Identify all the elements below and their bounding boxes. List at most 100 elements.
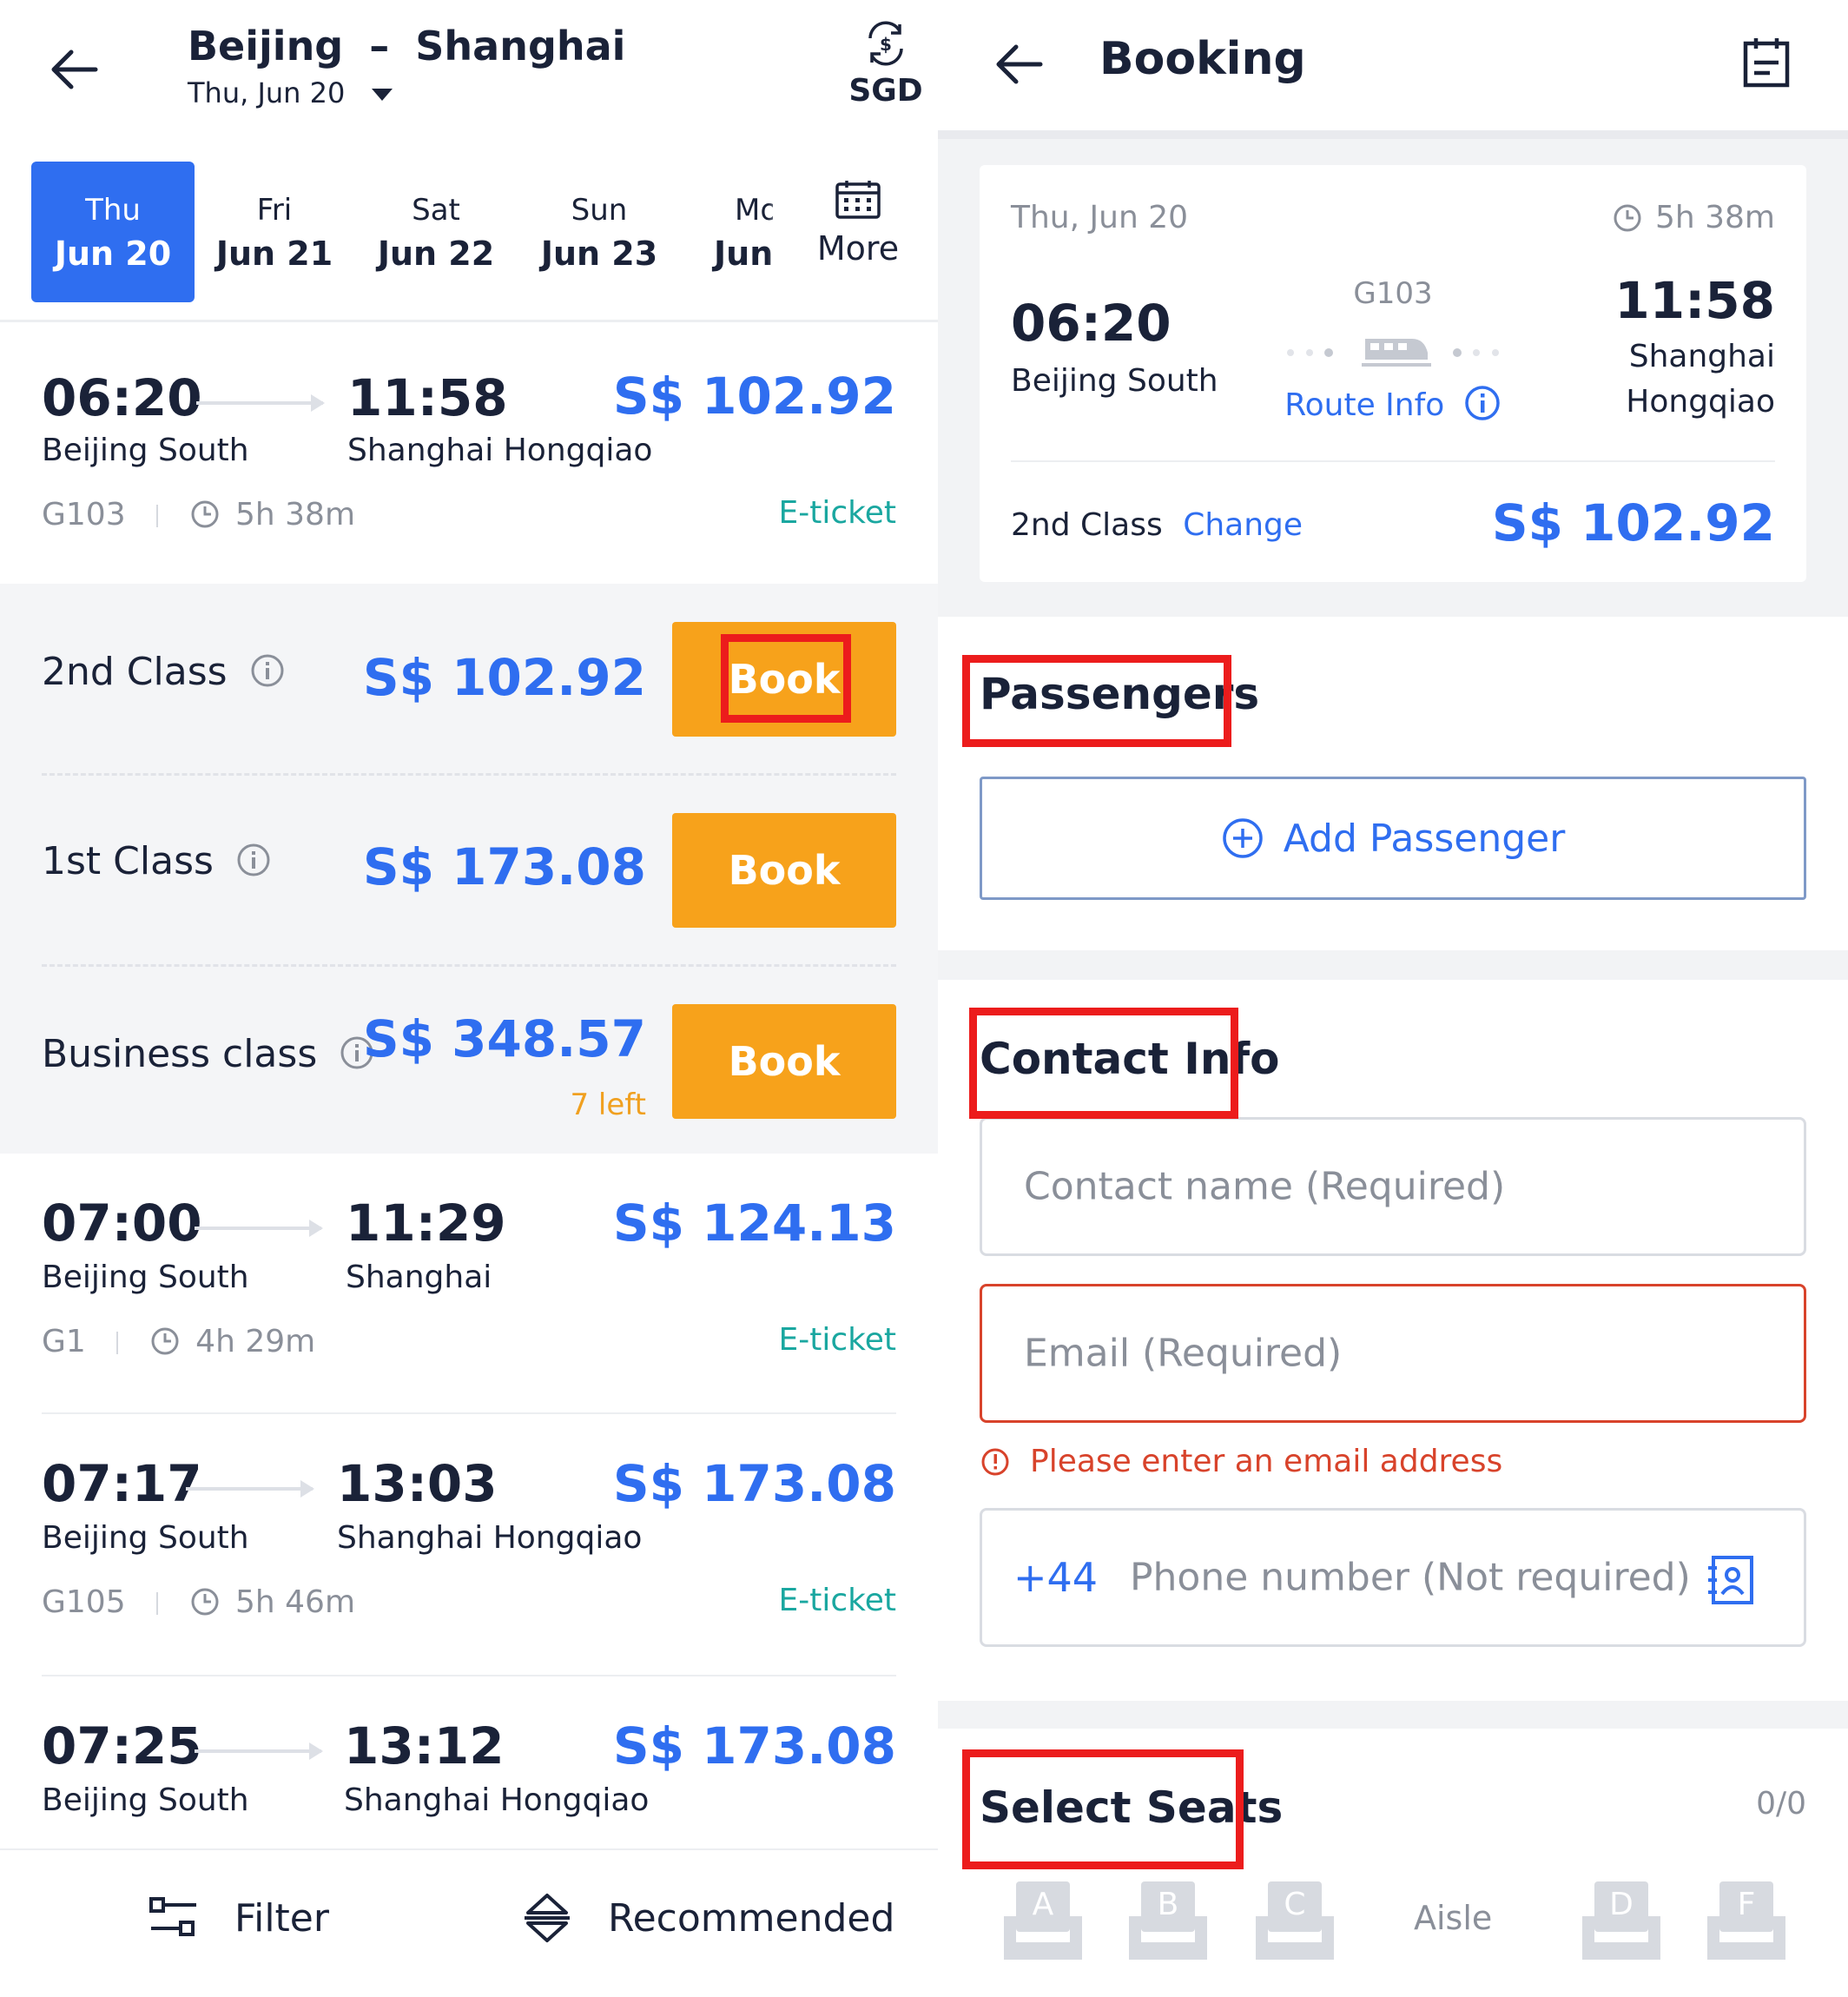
seat-letter: C xyxy=(1284,1887,1306,1922)
date-tab-jun-21[interactable]: Fri Jun 21 xyxy=(193,162,356,302)
seat-b[interactable]: B xyxy=(1129,1881,1207,1960)
arrow-left-icon xyxy=(996,44,1043,84)
book-label: Book xyxy=(728,1038,841,1085)
date-tab-date: Jun 23 xyxy=(540,235,658,273)
seat-a[interactable]: A xyxy=(1004,1881,1082,1960)
class-name: 1st Class xyxy=(42,839,214,883)
email-field[interactable]: Email (Required) xyxy=(980,1284,1806,1423)
train-duration: 4h 29m xyxy=(195,1324,316,1359)
train-row-g1[interactable]: 07:00 11:29 S$ 124.13 Beijing South Shan… xyxy=(0,1154,938,1412)
arrival-station-line2: Hongqiao xyxy=(1626,384,1775,420)
train-duration: 5h 38m xyxy=(234,497,356,532)
date-selector[interactable]: Thu, Jun 20 xyxy=(188,76,393,109)
train-route-graphic xyxy=(1284,330,1502,374)
train-list-screen: Beijing – Shanghai Thu, Jun 20 $ SGD Thu… xyxy=(0,0,938,1997)
date-tab-date: Jun 21 xyxy=(215,235,333,273)
departure-time: 06:20 xyxy=(42,368,202,427)
train-meta: G103 5h 38m xyxy=(42,497,355,532)
arrival-time: 11:58 xyxy=(1614,271,1775,330)
change-class-link[interactable]: Change xyxy=(1183,507,1303,543)
date-tab-jun-20[interactable]: Thu Jun 20 xyxy=(31,162,195,302)
arrival-station: Shanghai Hongqiao xyxy=(337,1520,643,1556)
add-passenger-button[interactable]: Add Passenger xyxy=(980,777,1806,900)
duration-text: 5h 38m xyxy=(1654,200,1775,235)
contact-name-field[interactable]: Contact name (Required) xyxy=(980,1117,1806,1256)
train-row-g105[interactable]: 07:17 13:03 S$ 173.08 Beijing South Shan… xyxy=(0,1414,938,1675)
card-divider xyxy=(1011,460,1775,462)
phone-country-code[interactable]: +44 xyxy=(1013,1554,1098,1601)
date-tab-dow: Thu xyxy=(85,193,141,228)
back-button[interactable] xyxy=(47,42,102,97)
bottom-toolbar: Filter Recommended xyxy=(0,1848,938,1997)
book-button-1st-class[interactable]: Book xyxy=(672,813,896,928)
route-arrow xyxy=(196,394,325,412)
info-icon[interactable] xyxy=(250,653,285,688)
date-tab-date: Jun 20 xyxy=(54,235,172,273)
seat-letter: F xyxy=(1737,1887,1756,1922)
train-row-g103[interactable]: 06:20 11:58 S$ 102.92 Beijing South Shan… xyxy=(0,323,938,584)
email-placeholder: Email (Required) xyxy=(1024,1331,1343,1376)
trip-duration: 5h 38m xyxy=(1612,200,1775,235)
train-icon xyxy=(1287,339,1499,367)
train-row-4[interactable]: 07:25 13:12 S$ 173.08 Beijing South Shan… xyxy=(0,1676,938,1850)
train-price: S$ 173.08 xyxy=(612,1716,896,1775)
info-icon[interactable] xyxy=(236,843,271,877)
date-tab-dow: Fri xyxy=(256,193,293,228)
sort-button[interactable]: Recommended xyxy=(521,1892,894,1944)
arrival-station: Shanghai Hongqiao xyxy=(344,1782,650,1818)
clock-icon xyxy=(191,500,219,528)
phone-field[interactable]: +44 Phone number (Not required) xyxy=(980,1508,1806,1647)
date-tab-date: Jun xyxy=(714,235,773,273)
clock-icon xyxy=(151,1327,179,1355)
sort-label: Recommended xyxy=(608,1895,895,1941)
caret-down-icon xyxy=(371,89,393,101)
meta-separator xyxy=(156,505,159,527)
book-button-business-class[interactable]: Book xyxy=(672,1004,896,1119)
class-price: S$ 173.08 xyxy=(362,837,646,896)
class-name-row: Business class xyxy=(42,1032,374,1076)
currency-switch[interactable]: $ SGD xyxy=(834,19,938,109)
email-error-text: Please enter an email address xyxy=(1030,1444,1503,1479)
seat-c[interactable]: C xyxy=(1256,1881,1334,1960)
date-tab-dow: Sun xyxy=(571,193,628,228)
date-tab-jun-24[interactable]: Mo Jun xyxy=(695,162,773,302)
filter-button[interactable]: Filter xyxy=(148,1894,329,1942)
date-tab-jun-22[interactable]: Sat Jun 22 xyxy=(354,162,518,302)
eticket-badge: E-ticket xyxy=(778,1583,896,1618)
train-code: G103 xyxy=(42,497,126,532)
seat-letter: D xyxy=(1609,1887,1634,1922)
date-tab-jun-23[interactable]: Sun Jun 23 xyxy=(518,162,681,302)
header-shadow xyxy=(938,130,1848,139)
route-arrow xyxy=(195,1742,323,1760)
contact-name-placeholder: Contact name (Required) xyxy=(1024,1164,1506,1209)
train-duration: 5h 46m xyxy=(234,1584,356,1620)
clock-icon xyxy=(1614,204,1641,231)
currency-exchange-icon: $ xyxy=(868,21,903,66)
order-list-button[interactable] xyxy=(1740,35,1792,94)
arrival-time: 11:58 xyxy=(347,368,508,427)
seats-left: 7 left xyxy=(570,1088,646,1122)
back-button[interactable] xyxy=(992,36,1047,96)
eticket-badge: E-ticket xyxy=(778,1322,896,1358)
aisle-label: Aisle xyxy=(1414,1899,1493,1937)
class-option-business: Business class S$ 348.57 7 left Book xyxy=(0,966,938,1154)
alert-circle-icon xyxy=(981,1448,1009,1475)
seat-f[interactable]: F xyxy=(1707,1881,1785,1960)
seat-d[interactable]: D xyxy=(1582,1881,1660,1960)
date-tab-date: Jun 22 xyxy=(377,235,495,273)
arrival-time: 13:03 xyxy=(337,1454,498,1513)
class-name: 2nd Class xyxy=(42,650,228,694)
train-price: S$ 124.13 xyxy=(612,1194,896,1253)
seat-letter: B xyxy=(1157,1887,1179,1922)
meta-separator xyxy=(116,1332,119,1354)
class-price: S$ 102.92 xyxy=(362,648,646,707)
route-title: Beijing – Shanghai xyxy=(188,23,625,69)
departure-station: Beijing South xyxy=(42,1260,249,1295)
contacts-book-icon[interactable] xyxy=(1706,1554,1755,1606)
date-tab-dow: Sat xyxy=(412,193,460,228)
train-meta: G105 5h 46m xyxy=(42,1584,355,1620)
trip-summary-card: Thu, Jun 20 5h 38m 06:20 Beijing South G… xyxy=(980,165,1806,582)
more-dates-button[interactable]: More xyxy=(797,179,919,268)
more-label: More xyxy=(816,229,900,268)
route-separator: – xyxy=(369,23,390,69)
